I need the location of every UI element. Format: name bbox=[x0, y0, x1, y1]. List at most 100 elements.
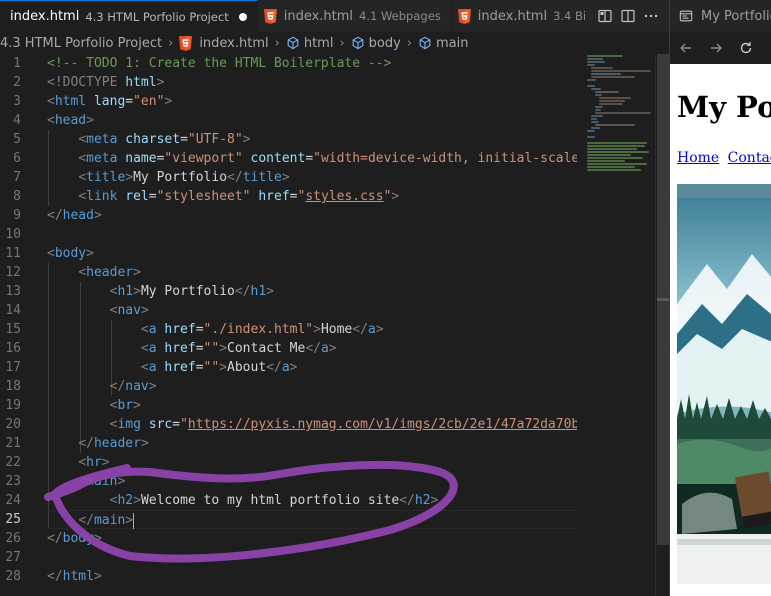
tab-index-html-portfolio[interactable]: index.html 4.3 HTML Porfolio Project bbox=[0, 0, 258, 32]
code-tag: a bbox=[320, 341, 329, 356]
minimap-line bbox=[591, 121, 599, 123]
code-string: "" bbox=[203, 360, 220, 375]
line-number: 18 bbox=[5, 379, 21, 394]
breadcrumb-html-label: html bbox=[303, 35, 334, 51]
code-line: </head> bbox=[47, 206, 577, 225]
tab-index-html-webpages[interactable]: index.html 4.1 Webpages bbox=[258, 0, 452, 32]
code-bracket: </ bbox=[352, 322, 368, 337]
code-tag: meta bbox=[86, 132, 118, 147]
minimap-line bbox=[591, 127, 600, 129]
code-tag: title bbox=[242, 170, 282, 185]
code-bracket: > bbox=[133, 493, 141, 508]
code-tag: a bbox=[148, 360, 157, 375]
line-number: 22 bbox=[5, 455, 21, 470]
code-bracket: </ bbox=[47, 569, 63, 584]
breadcrumb-folder[interactable]: 4.3 HTML Porfolio Project bbox=[0, 36, 162, 51]
code-bracket: > bbox=[313, 322, 321, 337]
code-line: <!DOCTYPE html> bbox=[47, 73, 577, 92]
line-number: 27 bbox=[5, 550, 21, 565]
line-number: 24 bbox=[5, 493, 21, 508]
code-text: Contact Me bbox=[227, 341, 306, 356]
minimap-line bbox=[595, 91, 619, 93]
code-line: <img src="https://pyxis.nymag.com/v1/img… bbox=[47, 415, 577, 434]
line-number: 9 bbox=[13, 208, 21, 223]
breadcrumb-main[interactable]: main bbox=[418, 36, 469, 51]
code-bracket: > bbox=[242, 132, 251, 147]
preview-link-home[interactable]: Home bbox=[677, 150, 719, 166]
code-link-string[interactable]: styles.css bbox=[305, 189, 383, 204]
more-actions-icon[interactable] bbox=[643, 8, 659, 24]
breadcrumb-body[interactable]: body bbox=[351, 36, 401, 51]
code-tag: html bbox=[62, 569, 94, 584]
line-number: 13 bbox=[5, 284, 21, 299]
code-tag: h2 bbox=[414, 493, 431, 508]
preview-link-contact[interactable]: Contact bbox=[728, 150, 771, 166]
code-link-string[interactable]: https://pyxis.nymag.com/v1/imgs/2cb/2e1/… bbox=[188, 417, 577, 432]
code-equals: = bbox=[195, 341, 204, 356]
minimap-line bbox=[595, 106, 603, 108]
scrollbar-cursor-marker bbox=[657, 298, 669, 301]
code-comment: <!-- TODO 1: Create the HTML Boilerplate… bbox=[47, 56, 392, 71]
line-number: 23 bbox=[5, 474, 21, 489]
code-attr: href bbox=[164, 341, 196, 356]
minimap-line bbox=[591, 73, 621, 75]
minimap-line bbox=[587, 64, 595, 66]
split-editor-icon[interactable] bbox=[597, 8, 613, 24]
tab-label: index.html bbox=[477, 8, 548, 24]
line-number: 11 bbox=[5, 246, 21, 261]
code-bracket: </ bbox=[47, 531, 63, 546]
code-tag: img bbox=[117, 417, 141, 432]
html5-file-icon bbox=[179, 35, 193, 51]
breadcrumb-file[interactable]: index.html bbox=[179, 35, 269, 51]
minimap-line bbox=[587, 148, 637, 150]
reload-icon[interactable] bbox=[738, 40, 754, 56]
preview-page: My Portfolio Home Contact bbox=[670, 64, 771, 596]
code-equals: = bbox=[195, 322, 204, 337]
code-tag: head bbox=[54, 113, 87, 128]
line-number: 5 bbox=[13, 132, 21, 147]
code-area[interactable]: <!-- TODO 1: Create the HTML Boilerplate… bbox=[47, 54, 577, 596]
line-number: 28 bbox=[5, 569, 21, 584]
unsaved-dot-icon[interactable] bbox=[238, 12, 247, 21]
code-equals: = bbox=[305, 151, 314, 166]
code-bracket: > bbox=[281, 170, 290, 185]
vertical-scrollbar[interactable] bbox=[655, 54, 669, 596]
code-line-current: </main> bbox=[47, 510, 577, 529]
code-bracket: </ bbox=[47, 208, 63, 223]
breadcrumb: 4.3 HTML Porfolio Project › index.html ›… bbox=[0, 32, 669, 54]
code-bracket: </ bbox=[227, 170, 243, 185]
preview-tab[interactable]: My Portfolio bbox=[670, 0, 771, 32]
layout-icon[interactable] bbox=[620, 8, 636, 24]
code-tag: a bbox=[148, 341, 157, 356]
line-number: 8 bbox=[13, 189, 21, 204]
code-bracket: > bbox=[219, 341, 228, 356]
code-attr: lang bbox=[93, 94, 126, 109]
preview-tab-title: My Portfolio bbox=[701, 8, 771, 24]
code-bracket: > bbox=[430, 493, 439, 508]
minimap-line bbox=[587, 160, 625, 162]
minimap-line bbox=[587, 79, 596, 81]
chevron-right-icon: › bbox=[406, 35, 413, 51]
code-string: "stylesheet" bbox=[156, 189, 251, 204]
code-bracket: </ bbox=[78, 436, 94, 451]
code-line: <header> bbox=[47, 263, 577, 282]
code-bracket: > bbox=[140, 303, 149, 318]
breadcrumb-html[interactable]: html bbox=[286, 35, 334, 51]
line-number: 20 bbox=[5, 417, 21, 432]
code-tag: main bbox=[93, 513, 126, 528]
line-number: 3 bbox=[13, 94, 21, 109]
minimap-line bbox=[587, 145, 645, 147]
minimap[interactable] bbox=[585, 54, 655, 596]
code-line: <meta name="viewport" content="width=dev… bbox=[47, 149, 577, 168]
minimap-line bbox=[587, 130, 595, 132]
code-bracket: > bbox=[391, 189, 400, 204]
code-line: <h2>Welcome to my html portfolio site</h… bbox=[47, 491, 577, 510]
code-editor[interactable]: 1 2 3 4 5 6 7 8 9 10 11 12 13 14 15 16 1… bbox=[0, 54, 669, 596]
minimap-line bbox=[599, 103, 623, 105]
back-arrow-icon[interactable] bbox=[678, 40, 694, 56]
line-number: 16 bbox=[5, 341, 21, 356]
line-number-gutter: 1 2 3 4 5 6 7 8 9 10 11 12 13 14 15 16 1… bbox=[0, 54, 46, 596]
minimap-line bbox=[587, 136, 595, 138]
code-tag: h2 bbox=[117, 493, 134, 508]
forward-arrow-icon[interactable] bbox=[708, 40, 724, 56]
